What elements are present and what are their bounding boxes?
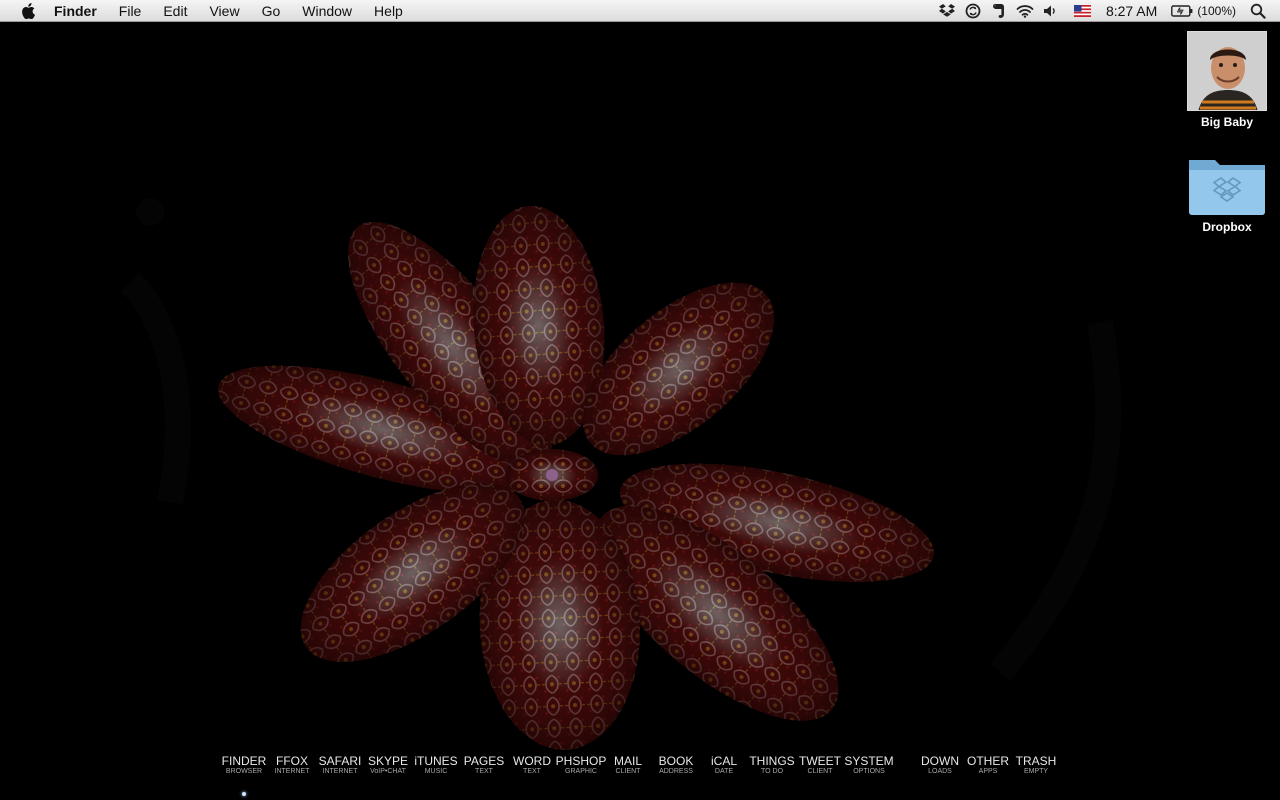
volume-icon[interactable]: [1042, 2, 1060, 20]
dock-item-trash[interactable]: TRASH EMPTY: [1006, 754, 1066, 776]
status-area: 8:27 AM (100%): [930, 0, 1280, 22]
us-flag-icon[interactable]: [1074, 2, 1092, 20]
desktop-icon-dropbox[interactable]: Dropbox: [1177, 152, 1277, 234]
rose-window-wallpaper: [0, 22, 1280, 800]
menu-finder[interactable]: Finder: [54, 3, 97, 19]
menu-go[interactable]: Go: [262, 3, 281, 19]
sync-icon[interactable]: [964, 2, 982, 20]
dock: FINDER BROWSER FFOX INTERNET SAFARI INTERNE…: [0, 754, 1280, 794]
evernote-icon[interactable]: [990, 2, 1008, 20]
desktop-icon-label: Big Baby: [1200, 115, 1253, 129]
menu-bar: Finder File Edit View Go Window Help 8:2…: [0, 0, 1280, 22]
dock-item-title: SYSTEM: [844, 754, 894, 768]
dock-item-title: TRASH: [1015, 754, 1057, 768]
menu-view[interactable]: View: [209, 3, 239, 19]
wifi-icon[interactable]: [1016, 2, 1034, 20]
battery-status[interactable]: (100%): [1171, 4, 1236, 18]
dropbox-icon[interactable]: [938, 2, 956, 20]
dock-item-subtitle: EMPTY: [1023, 768, 1049, 775]
folder-icon: [1187, 152, 1267, 216]
dock-item-subtitle: OPTIONS: [853, 768, 885, 775]
dock-item-system[interactable]: SYSTEM OPTIONS: [839, 754, 899, 776]
desktop-wallpaper: [0, 22, 1280, 800]
menu-file[interactable]: File: [119, 3, 142, 19]
apple-icon[interactable]: [17, 0, 39, 22]
battery-icon: [1171, 5, 1193, 17]
desktop-icon-label: Dropbox: [1202, 220, 1252, 234]
desktop-icon-big-baby[interactable]: Big Baby: [1177, 31, 1277, 129]
menu-help[interactable]: Help: [374, 3, 403, 19]
menu-window[interactable]: Window: [302, 3, 352, 19]
menu-edit[interactable]: Edit: [163, 3, 187, 19]
running-indicator: [242, 792, 246, 796]
menu-clock[interactable]: 8:27 AM: [1106, 3, 1157, 19]
photo-thumbnail: [1187, 31, 1267, 111]
spotlight-search-icon[interactable]: [1250, 3, 1266, 19]
battery-percent: (100%): [1197, 4, 1236, 18]
